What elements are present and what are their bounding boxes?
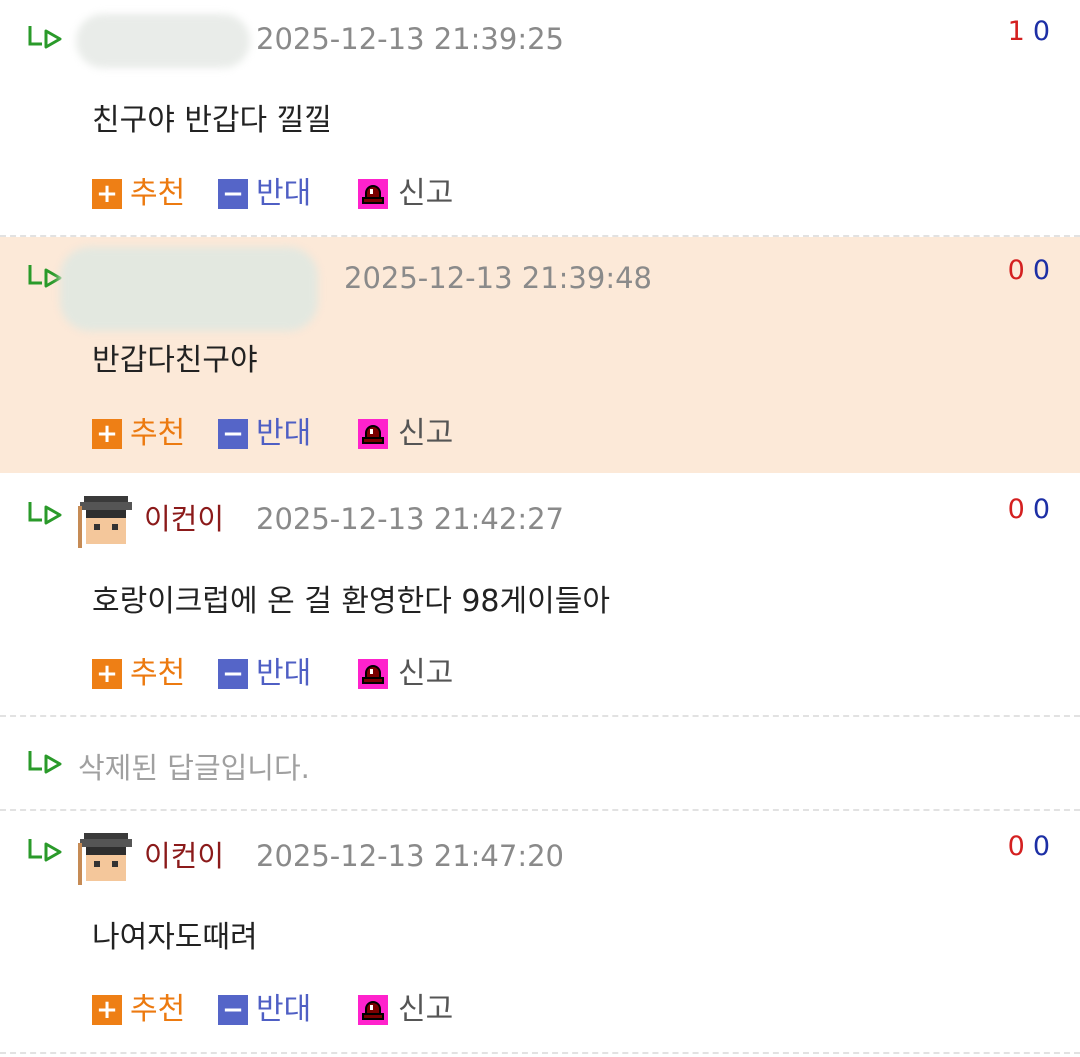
oppose-button[interactable]: − 반대 — [218, 416, 311, 452]
recommend-button[interactable]: + 추천 — [92, 416, 185, 452]
up-vote-count: 1 — [1007, 16, 1027, 47]
siren-icon — [358, 419, 388, 449]
plus-icon: + — [92, 995, 122, 1025]
recommend-button[interactable]: + 추천 — [92, 992, 185, 1028]
reply-arrow-icon — [28, 502, 62, 525]
down-vote-count: 0 — [1032, 255, 1052, 286]
oppose-button[interactable]: − 반대 — [218, 656, 311, 692]
vote-counts: 00 — [1008, 494, 1052, 526]
down-vote-count: 0 — [1032, 831, 1052, 862]
oppose-button[interactable]: − 반대 — [218, 992, 311, 1028]
vote-counts: 10 — [1008, 16, 1052, 48]
recommend-button[interactable]: + 추천 — [92, 656, 185, 692]
comment-item: 2025-12-13 21:39:25 10 친구야 반갑다 낄낄 + 추천 − 반… — [0, 0, 1080, 236]
minus-icon: − — [218, 179, 248, 209]
up-vote-count: 0 — [1007, 255, 1027, 286]
plus-icon: + — [92, 419, 122, 449]
oppose-button[interactable]: − 반대 — [218, 176, 311, 212]
comment-date: 2025-12-13 21:39:25 — [256, 22, 564, 56]
deleted-reply-text: 삭제된 답글입니다. — [78, 751, 310, 785]
comment-divider — [0, 1052, 1080, 1054]
deleted-reply: 삭제된 답글입니다. — [0, 717, 1080, 809]
minus-icon: − — [218, 419, 248, 449]
comment-text: 반갑다친구야 — [92, 343, 258, 378]
author-name[interactable]: 이컨이 — [144, 839, 224, 873]
reply-arrow-icon — [28, 839, 62, 862]
minus-icon: − — [218, 995, 248, 1025]
recommend-button[interactable]: + 추천 — [92, 176, 185, 212]
plus-icon: + — [92, 179, 122, 209]
report-button[interactable]: 신고 — [358, 176, 453, 212]
comment-text: 호랑이크럽에 온 걸 환영한다 98게이들아 — [92, 584, 610, 619]
comment-item: 이컨이 2025-12-13 21:42:27 00 호랑이크럽에 온 걸 환영… — [0, 474, 1080, 714]
comment-text: 나여자도때려 — [92, 920, 258, 955]
blurred-author — [60, 247, 318, 331]
comment-item-highlighted: 2025-12-13 21:39:48 00 반갑다친구야 + 추천 − 반대 신고 — [0, 237, 1080, 473]
comment-date: 2025-12-13 21:39:48 — [344, 261, 652, 295]
down-vote-count: 0 — [1032, 16, 1052, 47]
author-name[interactable]: 이컨이 — [144, 502, 224, 536]
report-button[interactable]: 신고 — [358, 416, 453, 452]
siren-icon — [358, 179, 388, 209]
vote-counts: 00 — [1008, 831, 1052, 863]
report-button[interactable]: 신고 — [358, 992, 453, 1028]
down-vote-count: 0 — [1032, 494, 1052, 525]
comment-date: 2025-12-13 21:42:27 — [256, 502, 564, 536]
comment-date: 2025-12-13 21:47:20 — [256, 839, 564, 873]
vote-counts: 00 — [1008, 255, 1052, 287]
blurred-author — [76, 14, 250, 68]
reply-arrow-icon — [28, 26, 62, 49]
report-button[interactable]: 신고 — [358, 656, 453, 692]
comment-text: 친구야 반갑다 낄낄 — [92, 103, 332, 138]
avatar — [78, 829, 134, 885]
up-vote-count: 0 — [1007, 494, 1027, 525]
siren-icon — [358, 995, 388, 1025]
comment-item: 이컨이 2025-12-13 21:47:20 00 나여자도때려 + 추천 − 반… — [0, 811, 1080, 1051]
plus-icon: + — [92, 659, 122, 689]
reply-arrow-icon — [28, 265, 62, 288]
reply-arrow-icon — [28, 751, 62, 774]
up-vote-count: 0 — [1007, 831, 1027, 862]
minus-icon: − — [218, 659, 248, 689]
siren-icon — [358, 659, 388, 689]
avatar — [78, 492, 134, 548]
